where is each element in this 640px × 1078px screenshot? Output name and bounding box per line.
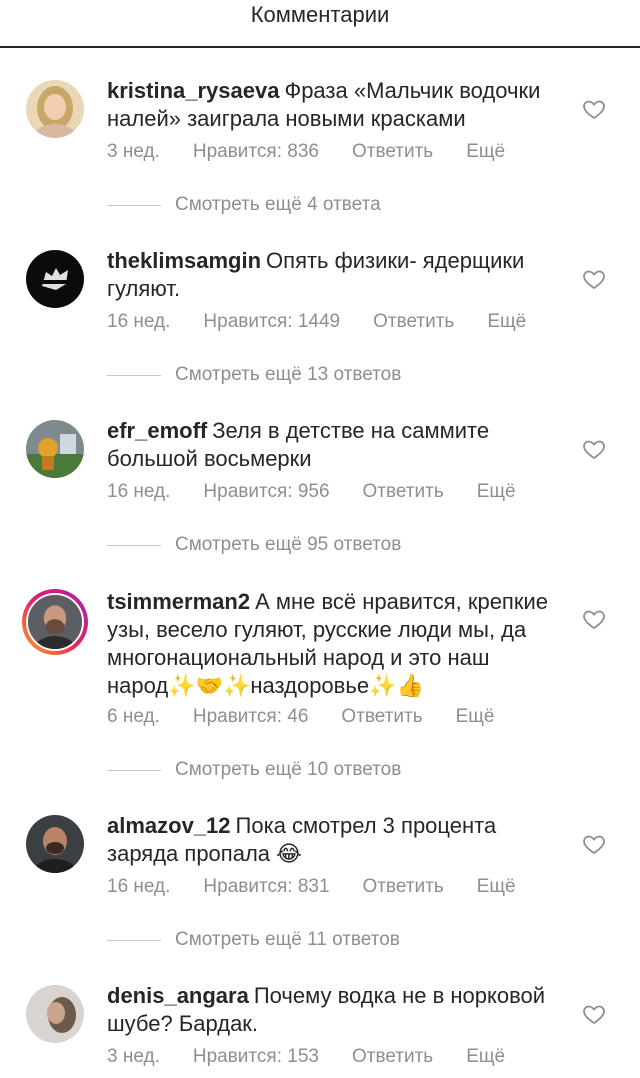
comment-username[interactable]: almazov_12	[107, 813, 231, 838]
view-replies-label[interactable]: Смотреть ещё 13 ответов	[175, 364, 401, 386]
comment-username[interactable]: efr_emoff	[107, 418, 207, 443]
comment-text: efr_emoff Зеля в детстве на саммите больш…	[107, 417, 567, 473]
view-replies[interactable]: Смотреть ещё 95 ответов	[107, 534, 401, 556]
comment-time: 3 нед.	[107, 141, 160, 162]
more-button[interactable]: Ещё	[466, 141, 505, 163]
avatar[interactable]	[26, 420, 84, 478]
comment-time: 3 нед.	[107, 1046, 160, 1067]
comment-likes[interactable]: Нравится: 46	[193, 706, 309, 728]
comment-likes[interactable]: Нравится: 153	[193, 1046, 319, 1068]
reply-button[interactable]: Ответить	[363, 876, 444, 898]
avatar-image	[26, 80, 84, 138]
reply-button[interactable]: Ответить	[341, 706, 422, 728]
view-replies[interactable]: Смотреть ещё 4 ответа	[107, 194, 381, 216]
view-replies[interactable]: Смотреть ещё 10 ответов	[107, 759, 401, 781]
divider	[107, 544, 161, 546]
avatar[interactable]	[26, 80, 84, 138]
avatar[interactable]	[26, 985, 84, 1043]
reply-button[interactable]: Ответить	[352, 1046, 433, 1068]
comment-meta: 16 нед. Нравится: 831 Ответить Ещё	[107, 876, 549, 898]
more-button[interactable]: Ещё	[456, 706, 495, 728]
comment-likes[interactable]: Нравится: 836	[193, 141, 319, 163]
comment-text: kristina_rysaeva Фраза «Мальчик водочки н…	[107, 77, 567, 133]
view-replies[interactable]: Смотреть ещё 11 ответов	[107, 929, 400, 951]
avatar-image	[26, 815, 84, 873]
divider	[107, 939, 161, 941]
divider	[107, 769, 161, 771]
comment-time: 16 нед.	[107, 481, 171, 502]
view-replies-label[interactable]: Смотреть ещё 11 ответов	[175, 929, 400, 951]
view-replies[interactable]: Смотреть ещё 13 ответов	[107, 364, 401, 386]
heart-outline-icon[interactable]	[582, 437, 606, 461]
comment-time: 16 нед.	[107, 876, 171, 897]
heart-outline-icon[interactable]	[582, 97, 606, 121]
avatar[interactable]	[26, 250, 84, 308]
comment-username[interactable]: denis_angara	[107, 983, 249, 1008]
comment-username[interactable]: kristina_rysaeva	[107, 78, 279, 103]
heart-outline-icon[interactable]	[582, 267, 606, 291]
comment-text: tsimmerman2 А мне всё нравится, крепкие у…	[107, 588, 567, 700]
more-button[interactable]: Ещё	[477, 481, 516, 503]
comment-text: denis_angara Почему водка не в норковой ш…	[107, 982, 567, 1038]
avatar-with-story-ring[interactable]	[22, 589, 88, 655]
reply-button[interactable]: Ответить	[363, 481, 444, 503]
comment-text: theklimsamgin Опять физики- ядерщики гуля…	[107, 247, 567, 303]
more-button[interactable]: Ещё	[487, 311, 526, 333]
comment-likes[interactable]: Нравится: 1449	[203, 311, 340, 333]
page-title: Комментарии	[250, 2, 390, 27]
heart-outline-icon[interactable]	[582, 832, 606, 856]
comment-username[interactable]: tsimmerman2	[107, 589, 250, 614]
heart-outline-icon[interactable]	[582, 1002, 606, 1026]
view-replies-label[interactable]: Смотреть ещё 10 ответов	[175, 759, 401, 781]
more-button[interactable]: Ещё	[477, 876, 516, 898]
comment-username[interactable]: theklimsamgin	[107, 248, 261, 273]
divider	[107, 374, 161, 376]
avatar[interactable]	[26, 815, 84, 873]
view-replies-label[interactable]: Смотреть ещё 95 ответов	[175, 534, 401, 556]
avatar-image	[28, 595, 82, 649]
comment-meta: 3 нед. Нравится: 153 Ответить Ещё	[107, 1046, 538, 1068]
avatar-image	[26, 250, 84, 308]
comment-meta: 16 нед. Нравится: 956 Ответить Ещё	[107, 481, 549, 503]
avatar-image	[26, 420, 84, 478]
header: Комментарии	[0, 0, 640, 48]
heart-outline-icon[interactable]	[582, 607, 606, 631]
comment-meta: 3 нед. Нравится: 836 Ответить Ещё	[107, 141, 538, 163]
comment-meta: 6 нед. Нравится: 46 Ответить Ещё	[107, 706, 527, 728]
avatar	[26, 593, 84, 651]
comment-likes[interactable]: Нравится: 831	[203, 876, 329, 898]
reply-button[interactable]: Ответить	[352, 141, 433, 163]
comment-meta: 16 нед. Нравится: 1449 Ответить Ещё	[107, 311, 559, 333]
view-replies-label[interactable]: Смотреть ещё 4 ответа	[175, 194, 381, 216]
comment-time: 6 нед.	[107, 706, 160, 727]
divider	[107, 204, 161, 206]
reply-button[interactable]: Ответить	[373, 311, 454, 333]
avatar-image	[26, 985, 84, 1043]
more-button[interactable]: Ещё	[466, 1046, 505, 1068]
comment-text: almazov_12 Пока смотрел 3 процента заряда…	[107, 812, 567, 868]
comment-time: 16 нед.	[107, 311, 171, 332]
comment-likes[interactable]: Нравится: 956	[203, 481, 329, 503]
